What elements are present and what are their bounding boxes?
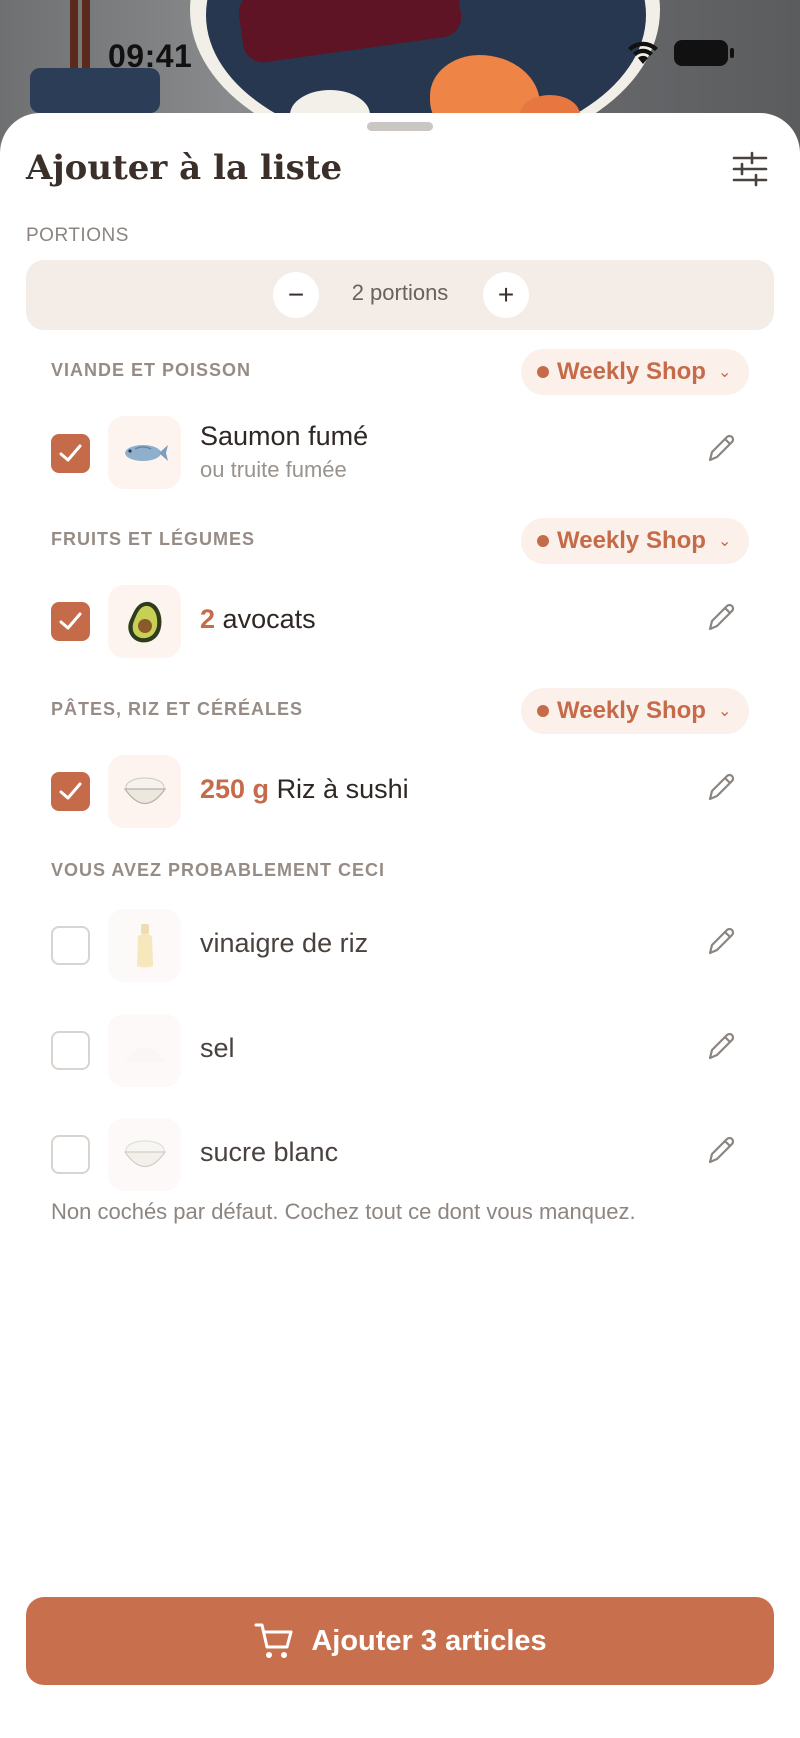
ingredient-name: sucre blanc <box>200 1137 339 1167</box>
ingredient-row[interactable]: 2 avocats <box>0 582 800 662</box>
status-icons <box>626 40 734 66</box>
sheet-grabber[interactable] <box>367 122 433 131</box>
check-icon <box>59 444 82 462</box>
portions-stepper: − 2 portions + <box>26 260 774 330</box>
filter-sliders-icon[interactable] <box>730 149 770 189</box>
section-title-probably-have: VOUS AVEZ PROBABLEMENT CECI <box>51 860 386 880</box>
pantry-row[interactable]: vinaigre de riz <box>0 906 800 986</box>
ingredient-checkbox[interactable] <box>51 602 90 641</box>
chevron-down-icon: ⌄ <box>717 364 732 381</box>
ingredient-name: Saumon fumé <box>200 421 368 452</box>
portions-value: 2 portions <box>351 280 449 305</box>
store-dot-icon <box>537 535 549 547</box>
store-selector[interactable]: Weekly Shop ⌄ <box>521 688 749 734</box>
pencil-edit-icon[interactable] <box>704 1134 738 1168</box>
store-dot-icon <box>537 705 549 717</box>
chevron-down-icon: ⌄ <box>717 703 732 720</box>
ingredient-name-text: Saumon fumé <box>200 421 369 451</box>
ingredient-row[interactable]: Saumon fumé ou truite fumée <box>0 413 800 493</box>
portions-label: PORTIONS <box>26 225 129 246</box>
avocado-icon <box>108 585 181 658</box>
ingredient-row[interactable]: 250 g Riz à sushi <box>0 752 800 832</box>
pencil-edit-icon[interactable] <box>704 1030 738 1064</box>
pantry-row[interactable]: sucre blanc <box>0 1115 800 1195</box>
pantry-footnote: Non cochés par défaut. Cochez tout ce do… <box>51 1199 636 1224</box>
ingredient-quantity: 250 g <box>200 774 270 804</box>
ingredient-name-text: avocats <box>222 604 316 634</box>
wifi-icon <box>628 41 658 64</box>
status-time: 09:41 <box>108 38 193 74</box>
check-icon <box>59 612 82 630</box>
battery-icon <box>674 40 734 66</box>
bottle-icon <box>108 909 181 982</box>
section-title-meat-fish: VIANDE ET POISSON <box>51 360 252 380</box>
pencil-edit-icon[interactable] <box>704 601 738 635</box>
salt-icon <box>108 1014 181 1087</box>
cart-icon <box>254 1623 293 1658</box>
ingredient-checkbox[interactable] <box>51 434 90 473</box>
section-title-pasta-rice-cereals: PÂTES, RIZ ET CÉRÉALES <box>51 699 304 719</box>
pantry-row[interactable]: sel <box>0 1011 800 1091</box>
decrease-portions-button[interactable]: − <box>273 272 319 318</box>
pencil-edit-icon[interactable] <box>704 432 738 466</box>
store-selector[interactable]: Weekly Shop ⌄ <box>521 349 749 395</box>
add-items-label: Ajouter 3 articles <box>311 1624 547 1657</box>
ingredient-name-text: Riz à sushi <box>276 774 409 804</box>
ingredient-checkbox[interactable] <box>51 926 90 965</box>
store-name: Weekly Shop <box>557 358 706 385</box>
pencil-edit-icon[interactable] <box>704 771 738 805</box>
ingredient-checkbox[interactable] <box>51 1135 90 1174</box>
add-items-button[interactable]: Ajouter 3 articles <box>26 1597 774 1685</box>
add-to-list-sheet: Ajouter à la liste PORTIONS − 2 portions… <box>0 113 800 1738</box>
ingredient-name: vinaigre de riz <box>200 928 369 958</box>
ingredient-name: 250 g Riz à sushi <box>200 774 409 805</box>
section-title-fruits-vegetables: FRUITS ET LÉGUMES <box>51 529 256 549</box>
ingredient-quantity: 2 <box>200 604 216 634</box>
fish-icon <box>108 416 181 489</box>
ingredient-alternative: ou truite fumée <box>200 457 347 482</box>
store-name: Weekly Shop <box>557 697 706 724</box>
store-name: Weekly Shop <box>557 527 706 554</box>
check-icon <box>59 782 82 800</box>
ingredient-checkbox[interactable] <box>51 1031 90 1070</box>
ingredient-name: sel <box>200 1033 235 1063</box>
rice-bowl-icon <box>108 755 181 828</box>
ingredient-checkbox[interactable] <box>51 772 90 811</box>
increase-portions-button[interactable]: + <box>483 272 529 318</box>
store-selector[interactable]: Weekly Shop ⌄ <box>521 518 749 564</box>
ingredient-name: 2 avocats <box>200 604 316 635</box>
store-dot-icon <box>537 366 549 378</box>
sugar-bowl-icon <box>108 1118 181 1191</box>
sheet-title: Ajouter à la liste <box>26 148 343 188</box>
chevron-down-icon: ⌄ <box>717 533 732 550</box>
pencil-edit-icon[interactable] <box>704 925 738 959</box>
